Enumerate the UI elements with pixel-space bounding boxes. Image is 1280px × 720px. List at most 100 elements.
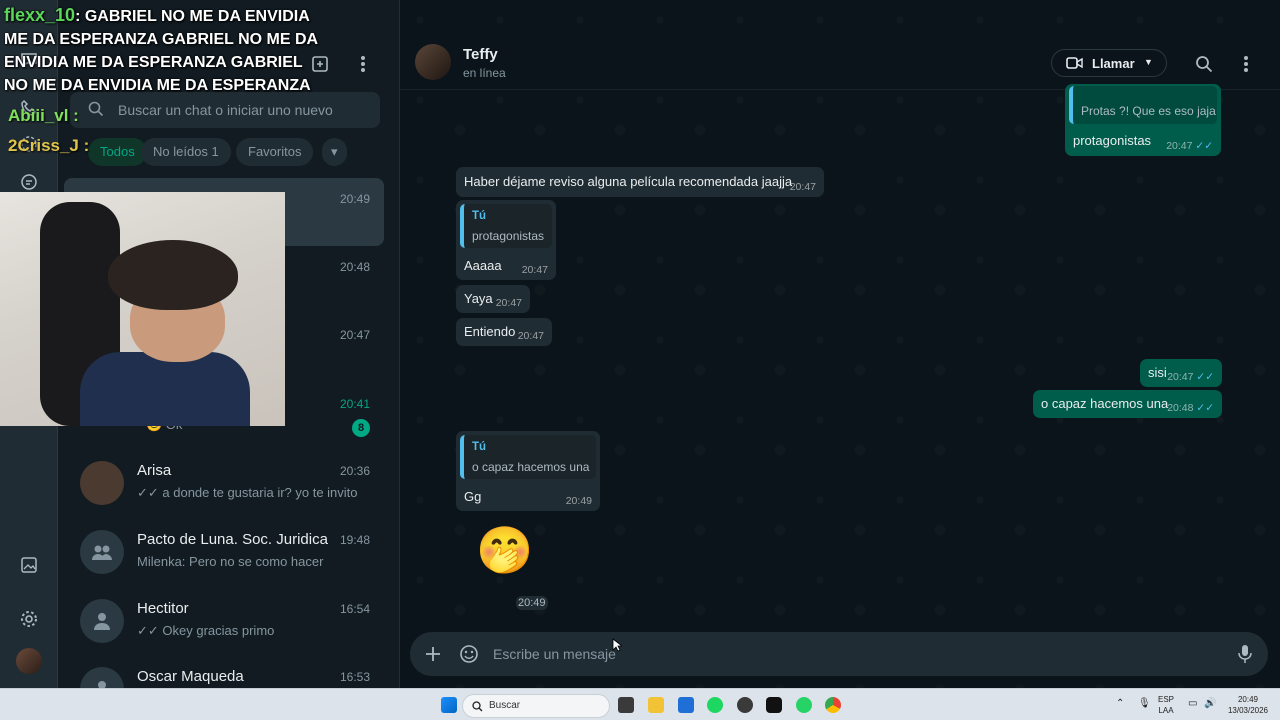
network-icon[interactable]: ▭ — [1188, 698, 1197, 709]
volume-icon[interactable]: 🔊 — [1204, 698, 1216, 709]
quote-author: Tú — [472, 441, 487, 453]
donation-alert: flexx_10: GABRIEL NO ME DA ENVIDIA ME DA… — [4, 4, 324, 97]
message-bubble-in[interactable]: Tú protagonistas Aaaaa 20:47 — [456, 200, 556, 280]
message-text: Yaya — [464, 291, 493, 306]
donation-user: flexx_10 — [4, 5, 76, 25]
microphone-icon[interactable] — [1234, 643, 1256, 665]
taskbar-search-input[interactable]: Buscar — [462, 694, 610, 718]
language-code: ESP — [1158, 695, 1175, 704]
chat-time: 20:47 — [339, 328, 370, 342]
taskbar-search-label: Buscar — [489, 700, 521, 711]
emoji-sticker-icon[interactable] — [458, 643, 480, 665]
call-label: Llamar — [1092, 56, 1135, 71]
mouse-cursor-icon — [612, 638, 622, 652]
message-text: sisi — [1148, 365, 1167, 380]
webcam-streamer-hair — [108, 240, 238, 310]
unread-badge: 8 — [352, 419, 370, 437]
list-item[interactable]: Oscar Maqueda 16:53 — [58, 656, 399, 688]
chevron-down-icon: ▼ — [1144, 57, 1153, 67]
list-item[interactable]: Pacto de Luna. Soc. Juridica 19:48 Milen… — [58, 519, 399, 587]
conversation-panel: — ❐ ✕ Teffy en línea Llamar ▼ — [400, 0, 1280, 688]
tiktok-icon[interactable] — [766, 697, 782, 713]
settings-gear-icon[interactable] — [17, 607, 41, 631]
search-icon — [88, 101, 104, 122]
profile-avatar[interactable] — [16, 648, 42, 674]
chrome-icon[interactable] — [825, 697, 841, 713]
app-icon[interactable] — [737, 697, 753, 713]
emoji-sticker[interactable]: 🤭 — [476, 522, 533, 578]
message-time: 20:47 ✓✓ — [1167, 371, 1214, 383]
message-input[interactable]: Escribe un mensaje — [493, 646, 616, 662]
clock-date: 13/03/2026 — [1227, 706, 1269, 715]
chat-name: Oscar Maqueda — [137, 668, 244, 685]
quoted-message[interactable]: Tú protagonistas — [460, 204, 552, 248]
message-composer[interactable]: Escribe un mensaje — [410, 632, 1268, 676]
contact-status: en línea — [463, 66, 506, 80]
chat-name: Arisa — [137, 462, 172, 479]
conversation-header[interactable]: Teffy en línea Llamar ▼ — [400, 36, 1280, 90]
chevron-up-icon[interactable]: ⌃ — [1116, 698, 1124, 709]
contact-avatar[interactable] — [415, 44, 451, 80]
message-time: 20:47 — [521, 264, 548, 276]
layout-code: LAA — [1158, 706, 1174, 715]
list-item[interactable]: Arisa 20:36 ✓✓ a donde te gustaria ir? y… — [58, 450, 399, 518]
task-view-icon[interactable] — [618, 697, 634, 713]
media-icon[interactable] — [17, 553, 41, 577]
microphone-icon[interactable]: 🎙 — [1138, 698, 1151, 709]
message-time: 20:48 ✓✓ — [1167, 402, 1214, 414]
list-item[interactable]: Hectitor 16:54 ✓✓ Okey gracias primo — [58, 588, 399, 656]
filter-unread[interactable]: No leídos 1 — [141, 138, 231, 166]
chat-time: 20:48 — [339, 260, 370, 274]
file-explorer-icon[interactable] — [648, 697, 664, 713]
attach-plus-icon[interactable] — [422, 643, 444, 665]
message-bubble-out[interactable]: Protas ?! Que es eso jaja protagonistas … — [1065, 84, 1221, 156]
message-text: Aaaaa — [464, 258, 502, 273]
store-icon[interactable] — [678, 697, 694, 713]
search-icon[interactable] — [1194, 54, 1214, 74]
message-bubble-in[interactable]: Tú o capaz hacemos una Gg 20:49 — [456, 431, 600, 511]
quote-text: Protas ?! Que es eso jaja — [1081, 104, 1216, 118]
window-controls: — ❐ ✕ — [800, 0, 1280, 22]
message-time: 20:49 — [565, 495, 592, 507]
message-bubble-in[interactable]: Entiendo 20:47 — [456, 318, 552, 346]
message-text: Haber déjame reviso alguna película reco… — [464, 174, 793, 189]
message-bubble-in[interactable]: Haber déjame reviso alguna película reco… — [456, 167, 824, 197]
contact-name: Teffy — [463, 46, 498, 63]
message-text: Gg — [464, 489, 482, 504]
chat-search-input[interactable]: Buscar un chat o iniciar uno nuevo — [70, 92, 380, 128]
menu-kebab-icon[interactable] — [1236, 54, 1256, 74]
call-button[interactable]: Llamar ▼ — [1051, 49, 1167, 77]
quote-author: Tú — [472, 210, 487, 222]
chat-time: 20:41 — [339, 397, 370, 411]
stream-chat-user: 2Criss_J : — [8, 136, 90, 155]
message-bubble-out[interactable]: o capaz hacemos una 20:48 ✓✓ — [1033, 390, 1222, 418]
chat-time: 16:53 — [339, 670, 370, 684]
clock[interactable]: 20:49 13/03/2026 — [1226, 694, 1270, 716]
spotify-icon[interactable] — [707, 697, 723, 713]
menu-kebab-icon[interactable] — [351, 52, 375, 76]
windows-taskbar: Buscar ⌃ 🎙 ESP LAA ▭ 🔊 20:49 13/03/2026 — [0, 688, 1280, 720]
quote-text: protagonistas — [472, 229, 545, 243]
chat-preview: ✓✓ a donde te gustaria ir? yo te invito — [137, 485, 358, 500]
webcam-streamer-shirt — [80, 352, 250, 426]
filter-favorites[interactable]: Favoritos — [236, 138, 314, 166]
chat-preview: ✓✓ Okey gracias primo — [137, 623, 275, 638]
windows-start-icon[interactable] — [441, 697, 457, 713]
message-time: 20:47 — [517, 330, 544, 342]
quoted-message[interactable]: Protas ?! Que es eso jaja — [1069, 86, 1217, 124]
chat-name: Hectitor — [137, 600, 189, 617]
group-avatar-icon — [80, 530, 124, 574]
message-text: o capaz hacemos una — [1041, 396, 1169, 411]
language-indicator[interactable]: ESP LAA — [1158, 694, 1174, 716]
message-bubble-out[interactable]: sisi 20:47 ✓✓ — [1140, 359, 1222, 387]
filter-more-chevron-icon[interactable]: ▾ — [322, 138, 347, 166]
whatsapp-icon[interactable] — [796, 697, 812, 713]
filter-all[interactable]: Todos — [88, 138, 147, 166]
read-receipt-icon: ✓✓ — [1196, 402, 1214, 414]
message-bubble-in[interactable]: Yaya 20:47 — [456, 285, 530, 313]
person-avatar-icon — [80, 599, 124, 643]
quoted-message[interactable]: Tú o capaz hacemos una — [460, 435, 596, 479]
read-receipt-icon: ✓✓ — [1195, 140, 1213, 152]
chat-time: 20:36 — [339, 464, 370, 478]
channels-icon[interactable] — [17, 170, 41, 194]
